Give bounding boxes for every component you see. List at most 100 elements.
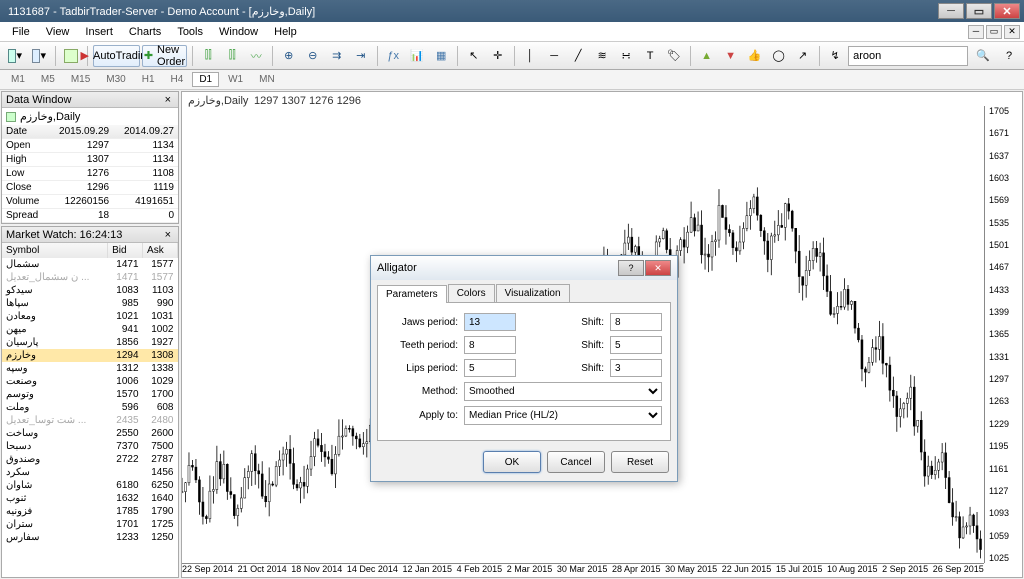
market-watch-button[interactable] xyxy=(60,45,82,67)
menu-file[interactable]: File xyxy=(4,24,38,40)
vline-button[interactable]: │ xyxy=(519,45,541,67)
candles-button[interactable]: ⫿⫿ xyxy=(221,45,243,67)
table-row[interactable]: ستران17011725 xyxy=(2,518,178,531)
close-button[interactable]: ✕ xyxy=(994,3,1020,19)
autotrading-button[interactable]: ▶AutoTrading xyxy=(93,45,140,67)
menu-charts[interactable]: Charts xyxy=(121,24,169,40)
tf-m5[interactable]: M5 xyxy=(34,72,62,87)
teeth-input[interactable] xyxy=(464,336,516,354)
table-row[interactable]: ثنوب16321640 xyxy=(2,492,178,505)
thumbs-up-button[interactable]: 👍 xyxy=(744,45,766,67)
line-chart-button[interactable]: 〰 xyxy=(245,45,267,67)
table-row[interactable]: وملت596608 xyxy=(2,401,178,414)
ok-button[interactable]: OK xyxy=(483,451,541,473)
crosshair-button[interactable]: ✛ xyxy=(487,45,509,67)
search-button[interactable]: 🔍 xyxy=(972,45,994,67)
table-row[interactable]: دسبحا73707500 xyxy=(2,440,178,453)
tab-colors[interactable]: Colors xyxy=(448,284,495,302)
tab-visualization[interactable]: Visualization xyxy=(496,284,570,302)
apply-select[interactable]: Median Price (HL/2) xyxy=(464,406,662,425)
mdi-close-button[interactable]: ✕ xyxy=(1004,25,1020,39)
jaws-shift-input[interactable] xyxy=(610,313,662,331)
reset-button[interactable]: Reset xyxy=(611,451,669,473)
templates-button[interactable]: ▦ xyxy=(430,45,452,67)
table-row[interactable]: سکرد1456 xyxy=(2,466,178,479)
new-chart-button[interactable]: ▾ xyxy=(4,45,26,67)
text-button[interactable]: T xyxy=(639,45,661,67)
expert-button[interactable]: ↯ xyxy=(824,45,846,67)
menu-view[interactable]: View xyxy=(38,24,78,40)
menu-tools[interactable]: Tools xyxy=(169,24,211,40)
table-row[interactable]: وصندوق27222787 xyxy=(2,453,178,466)
lips-input[interactable] xyxy=(464,359,516,377)
line-icon: 〰 xyxy=(251,48,262,64)
trendline-button[interactable]: ╱ xyxy=(567,45,589,67)
table-row[interactable]: وسپه13121338 xyxy=(2,362,178,375)
table-row[interactable]: وصنعت10061029 xyxy=(2,375,178,388)
jaws-input[interactable] xyxy=(464,313,516,331)
channel-button[interactable]: ≋ xyxy=(591,45,613,67)
chart-xaxis: 22 Sep 201421 Oct 201418 Nov 201414 Dec … xyxy=(182,563,984,577)
dialog-close-button[interactable]: ✕ xyxy=(645,260,671,276)
arrow-down-button[interactable]: ▼ xyxy=(720,45,742,67)
cursor-button[interactable]: ↖ xyxy=(463,45,485,67)
tab-parameters[interactable]: Parameters xyxy=(377,285,447,303)
tf-m15[interactable]: M15 xyxy=(64,72,97,87)
tf-m1[interactable]: M1 xyxy=(4,72,32,87)
method-select[interactable]: Smoothed xyxy=(464,382,662,401)
menu-window[interactable]: Window xyxy=(211,24,266,40)
dialog-help-button[interactable]: ? xyxy=(618,260,644,276)
table-row[interactable]: وتوسم15701700 xyxy=(2,388,178,401)
menu-insert[interactable]: Insert xyxy=(77,24,121,40)
search-input[interactable] xyxy=(848,46,968,66)
tf-h1[interactable]: H1 xyxy=(135,72,162,87)
table-row[interactable]: سفارس12331250 xyxy=(2,531,178,544)
more-button[interactable]: ↗ xyxy=(792,45,814,67)
tf-mn[interactable]: MN xyxy=(252,72,282,87)
arrow-up-button[interactable]: ▲ xyxy=(696,45,718,67)
mdi-restore-button[interactable]: ▭ xyxy=(986,25,1002,39)
auto-scroll-button[interactable]: ⇉ xyxy=(326,45,348,67)
zoom-in-button[interactable]: ⊕ xyxy=(278,45,300,67)
template-icon: ▦ xyxy=(436,49,446,62)
maximize-button[interactable]: ▭ xyxy=(966,3,992,19)
table-row[interactable]: سشمال14711577 xyxy=(2,258,178,271)
tf-w1[interactable]: W1 xyxy=(221,72,250,87)
indicators-button[interactable]: ƒх xyxy=(382,45,404,67)
bar-chart-button[interactable]: ⫿⫿ xyxy=(197,45,219,67)
table-row[interactable]: فزونیه17851790 xyxy=(2,505,178,518)
dialog-titlebar[interactable]: Alligator ? ✕ xyxy=(371,256,677,280)
zoom-out-button[interactable]: ⊖ xyxy=(302,45,324,67)
table-row[interactable]: سپاها985990 xyxy=(2,297,178,310)
table-row[interactable]: ومعادن10211031 xyxy=(2,310,178,323)
mdi-minimize-button[interactable]: ─ xyxy=(968,25,984,39)
label-button[interactable]: 🏷 xyxy=(663,45,685,67)
menu-help[interactable]: Help xyxy=(266,24,305,40)
tf-h4[interactable]: H4 xyxy=(164,72,191,87)
table-row[interactable]: وساخت25502600 xyxy=(2,427,178,440)
help-button[interactable]: ? xyxy=(998,45,1020,67)
table-row[interactable]: شاوان61806250 xyxy=(2,479,178,492)
table-row[interactable]: ن سشمال_تعدیل ...14711577 xyxy=(2,271,178,284)
data-window-close[interactable]: × xyxy=(162,94,174,106)
cancel-button[interactable]: Cancel xyxy=(547,451,605,473)
tf-m30[interactable]: M30 xyxy=(99,72,132,87)
table-row[interactable]: میهن9411002 xyxy=(2,323,178,336)
market-watch-close[interactable]: × xyxy=(162,229,174,241)
lips-shift-input[interactable] xyxy=(610,359,662,377)
new-order-button[interactable]: ✚New Order xyxy=(142,45,187,67)
profiles-button[interactable]: ▾ xyxy=(28,45,50,67)
table-row[interactable]: پارسیان18561927 xyxy=(2,336,178,349)
teeth-shift-input[interactable] xyxy=(610,336,662,354)
tf-d1[interactable]: D1 xyxy=(192,72,219,87)
periods-button[interactable]: 📊 xyxy=(406,45,428,67)
table-row[interactable]: شت توسا_تعدیل ...24352480 xyxy=(2,414,178,427)
minimize-button[interactable]: ─ xyxy=(938,3,964,19)
chart-shift-button[interactable]: ⇥ xyxy=(350,45,372,67)
lips-shift-label: Shift: xyxy=(574,363,604,374)
table-row[interactable]: سیدکو10831103 xyxy=(2,284,178,297)
hline-button[interactable]: ─ xyxy=(543,45,565,67)
fibo-button[interactable]: ∺ xyxy=(615,45,637,67)
table-row[interactable]: وخارزم12941308 xyxy=(2,349,178,362)
shapes-button[interactable]: ◯ xyxy=(768,45,790,67)
